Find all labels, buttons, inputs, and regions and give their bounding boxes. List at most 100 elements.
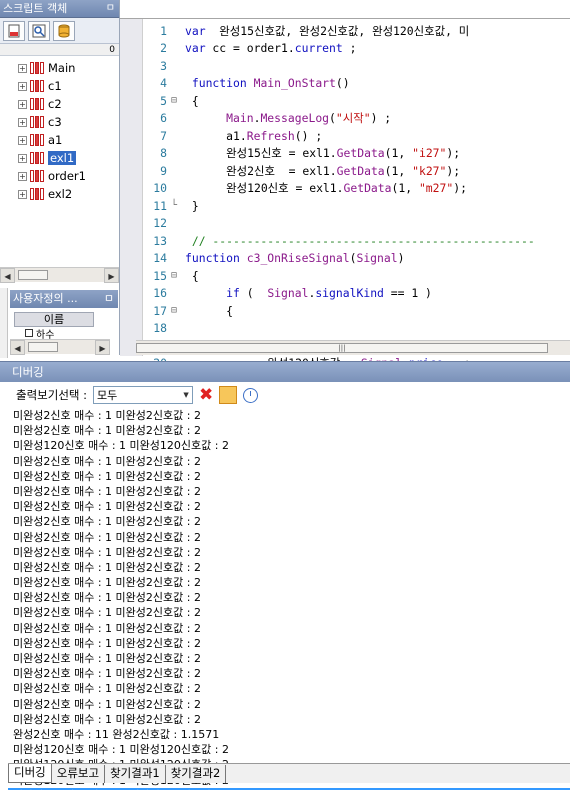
scroll-thumb[interactable] (18, 270, 48, 280)
fold-marker-icon[interactable]: ⊟ (171, 95, 185, 106)
code-text: 완성120신호 = exl1.GetData(1, "m27"); (185, 181, 467, 196)
clock-icon[interactable] (243, 387, 259, 403)
code-text: { (185, 93, 199, 108)
code-line[interactable]: 13 // ----------------------------------… (143, 232, 570, 250)
log-line[interactable]: 미완성2신호 매수 : 1 미완성2신호값 : 2 (8, 499, 570, 514)
script-object-icon (30, 188, 44, 200)
scroll-thumb[interactable]: ||| (136, 343, 548, 353)
log-line[interactable]: 미완성2신호 매수 : 1 미완성2신호값 : 2 (8, 408, 570, 423)
code-line[interactable]: 7 a1.Refresh() ; (143, 127, 570, 145)
code-line[interactable]: 14 function c3_OnRiseSignal(Signal) (143, 250, 570, 268)
fold-marker-icon[interactable]: ⊟ (171, 305, 185, 316)
find-object-button[interactable] (28, 20, 50, 41)
code-line[interactable]: 3 (143, 57, 570, 75)
line-number: 10 (153, 181, 167, 196)
log-line[interactable]: 미완성2신호 매수 : 1 미완성2신호값 : 2 (8, 575, 570, 590)
log-line[interactable]: 미완성2신호 매수 : 1 미완성2신호값 : 2 (8, 590, 570, 605)
line-number: 16 (153, 286, 167, 301)
log-line[interactable]: 미완성2신호 매수 : 1 미완성2신호값 : 2 (8, 560, 570, 575)
log-line[interactable]: 미완성120신호 매수 : 1 미완성120신호값 : 2 (8, 742, 570, 757)
expand-icon[interactable]: + (18, 81, 27, 91)
tab-오류보고[interactable]: 오류보고 (52, 765, 106, 783)
tree-item-label: exl2 (48, 187, 73, 201)
new-script-button[interactable] (3, 20, 25, 41)
log-line[interactable]: 미완성2신호 매수 : 1 미완성2신호값 : 2 (8, 605, 570, 620)
scroll-right-icon[interactable]: ▶ (104, 268, 119, 283)
log-line[interactable]: 미완성2신호 매수 : 1 미완성2신호값 : 2 (8, 454, 570, 469)
log-line[interactable]: 미완성2신호 매수 : 1 미완성2신호값 : 2 (8, 469, 570, 484)
code-line[interactable]: 9 완성2신호 = exl1.GetData(1, "k27"); (143, 162, 570, 180)
log-line[interactable]: 미완성2신호 매수 : 1 미완성2신호값 : 2 (8, 545, 570, 560)
log-line[interactable]: 미완성2신호 매수 : 1 미완성2신호값 : 2 (8, 621, 570, 636)
log-line[interactable]: 완성2신호 매수 : 11 완성2신호값 : 1.1571 (8, 727, 570, 742)
log-line[interactable]: 미완성2신호 매수 : 1 미완성2신호값 : 2 (8, 697, 570, 712)
code-line[interactable]: 1 var 완성15신호값, 완성2신호값, 완성120신호값, 미 (143, 22, 570, 40)
expand-icon[interactable]: + (18, 117, 27, 127)
tree-item-c3[interactable]: + c3 (0, 113, 119, 131)
scroll-thumb[interactable] (28, 342, 58, 352)
user-defined-item[interactable]: 하수 (25, 327, 54, 339)
chevron-down-icon[interactable]: ▼ (180, 387, 192, 403)
expand-icon[interactable]: + (18, 171, 27, 181)
scroll-left-icon[interactable]: ◀ (0, 268, 15, 283)
pin-icon[interactable]: ㅁ (106, 0, 115, 18)
code-text: var 완성15신호값, 완성2신호값, 완성120신호값, 미 (185, 23, 470, 38)
code-text: function Main_OnStart() (191, 76, 350, 91)
log-line[interactable]: 미완성2신호 매수 : 1 미완성2신호값 : 2 (8, 514, 570, 529)
tree-item-label: c2 (48, 97, 62, 111)
code-line[interactable]: 18 (143, 320, 570, 338)
scroll-left-icon[interactable]: ◀ (10, 340, 25, 355)
scroll-right-icon[interactable]: ▶ (95, 340, 110, 355)
fold-marker-icon[interactable]: ⊟ (171, 270, 185, 281)
expand-icon[interactable]: + (18, 63, 27, 73)
expand-icon[interactable]: + (18, 99, 27, 109)
code-line[interactable]: 11 └ } (143, 197, 570, 215)
tree-item-Main[interactable]: + Main (0, 59, 119, 77)
script-object-icon (30, 98, 44, 110)
debug-log-list[interactable]: 미완성2신호 매수 : 1 미완성2신호값 : 2 미완성2신호 매수 : 1 미… (8, 408, 570, 790)
tab-디버깅[interactable]: 디버깅 (8, 764, 52, 783)
code-line[interactable]: 17 ⊟ { (143, 302, 570, 320)
save-log-icon[interactable] (219, 386, 238, 404)
expand-icon[interactable]: + (18, 153, 27, 163)
tree-item-exl1[interactable]: + exl1 (0, 149, 119, 167)
log-line[interactable]: 미완성2신호 매수 : 1 미완성2신호값 : 2 (8, 636, 570, 651)
code-line[interactable]: 2 var cc = order1.current ; (143, 40, 570, 58)
tab-찾기결과1[interactable]: 찾기결과1 (105, 765, 166, 783)
tree-item-exl2[interactable]: + exl2 (0, 185, 119, 203)
log-line[interactable]: 미완성2신호 매수 : 1 미완성2신호값 : 2 (8, 423, 570, 438)
code-lines[interactable]: 1 var 완성15신호값, 완성2신호값, 완성120신호값, 미 2 var cc… (143, 22, 570, 372)
log-line[interactable]: 미완성2신호 매수 : 1 미완성2신호값 : 2 (8, 530, 570, 545)
log-line[interactable]: 미완성2신호 매수 : 1 미완성2신호값 : 2 (8, 666, 570, 681)
tab-찾기결과2[interactable]: 찾기결과2 (166, 765, 227, 783)
tree-item-order1[interactable]: + order1 (0, 167, 119, 185)
expand-icon[interactable]: + (18, 189, 27, 199)
clear-log-icon[interactable]: ✖ (199, 386, 213, 404)
log-line[interactable]: 미완성2신호 매수 : 1 미완성2신호값 : 2 (8, 712, 570, 727)
code-line[interactable]: 4 function Main_OnStart() (143, 75, 570, 93)
checkbox-icon[interactable] (25, 329, 33, 337)
code-line[interactable]: 8 완성15신호 = exl1.GetData(1, "i27"); (143, 145, 570, 163)
output-select-dropdown[interactable]: 모두 ▼ (93, 386, 194, 404)
code-line[interactable]: 16 if ( Signal.signalKind == 1 ) (143, 285, 570, 303)
code-line[interactable]: 15 ⊟ { (143, 267, 570, 285)
code-line[interactable]: 10 완성120신호 = exl1.GetData(1, "m27"); (143, 180, 570, 198)
name-column-header[interactable]: 이름 (14, 312, 94, 327)
editor-horizontal-scrollbar[interactable]: ||| (136, 340, 570, 355)
code-line[interactable]: 5 ⊟ { (143, 92, 570, 110)
log-line[interactable]: 미완성2신호 매수 : 1 미완성2신호값 : 2 (8, 651, 570, 666)
code-editor[interactable]: 1 var 완성15신호값, 완성2신호값, 완성120신호값, 미 2 var cc… (120, 0, 570, 370)
log-line[interactable]: 미완성2신호 매수 : 1 미완성2신호값 : 2 (8, 681, 570, 696)
user-panel-horizontal-scrollbar[interactable]: ◀ ▶ (10, 339, 110, 355)
log-line[interactable]: 미완성2신호 매수 : 1 미완성2신호값 : 2 (8, 484, 570, 499)
code-line[interactable]: 12 (143, 215, 570, 233)
pin-icon[interactable]: ㅁ (104, 290, 114, 308)
tree-item-a1[interactable]: + a1 (0, 131, 119, 149)
tree-item-c2[interactable]: + c2 (0, 95, 119, 113)
tree-horizontal-scrollbar[interactable]: ◀ ▶ (0, 267, 119, 283)
tree-item-c1[interactable]: + c1 (0, 77, 119, 95)
code-line[interactable]: 6 Main.MessageLog("시작") ; (143, 110, 570, 128)
expand-icon[interactable]: + (18, 135, 27, 145)
database-button[interactable] (53, 20, 75, 41)
log-line[interactable]: 미완성120신호 매수 : 1 미완성120신호값 : 2 (8, 438, 570, 453)
